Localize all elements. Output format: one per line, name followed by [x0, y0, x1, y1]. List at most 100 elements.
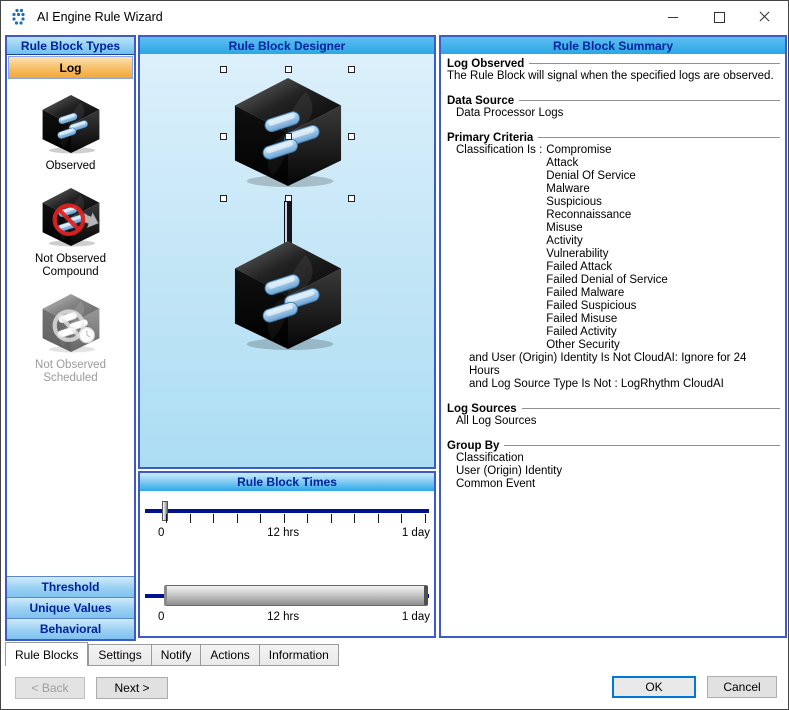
section-primary-criteria: Primary Criteria Classification Is : Com… — [447, 132, 780, 391]
not-observed-scheduled-cube-icon — [39, 293, 103, 353]
type-label: Not Observed Compound — [7, 253, 134, 279]
selection-handle[interactable] — [348, 133, 355, 140]
ok-button[interactable]: OK — [612, 676, 696, 698]
time-slider-ticks — [166, 514, 426, 523]
rule-block-summary-panel: Rule Block Summary Log Observed The Rule… — [439, 35, 787, 638]
selection-handle[interactable] — [220, 66, 227, 73]
section-heading: Data Source — [447, 95, 514, 107]
summary-content: Log Observed The Rule Block will signal … — [441, 54, 785, 636]
classification-value: Malware — [546, 183, 667, 196]
not-observed-compound-cube-icon — [39, 187, 103, 247]
classification-value: Denial Of Service — [546, 170, 667, 183]
next-button[interactable]: Next > — [96, 677, 168, 699]
classification-value: Compromise — [546, 144, 667, 157]
classification-value: Attack — [546, 157, 667, 170]
section-heading: Log Observed — [447, 58, 524, 70]
app-logo-icon — [10, 7, 30, 27]
data-source-value: Data Processor Logs — [447, 107, 780, 120]
selection-handle[interactable] — [220, 133, 227, 140]
time-slider-scale: 0 12 hrs 1 day — [158, 527, 430, 539]
selection-handle[interactable] — [220, 195, 227, 202]
tab-information[interactable]: Information — [260, 644, 339, 666]
classification-value: Failed Misuse — [546, 313, 667, 326]
classification-value: Activity — [546, 235, 667, 248]
classification-value: Vulnerability — [546, 248, 667, 261]
classification-value: Other Security — [546, 339, 667, 352]
criteria-condition: and User (Origin) Identity Is Not CloudA… — [447, 352, 780, 378]
rule-block-summary-header: Rule Block Summary — [441, 37, 785, 55]
rule-block-times-panel: Rule Block Times 0 12 hrs 1 day 0 12 hrs… — [138, 471, 436, 638]
rule-block-times-header: Rule Block Times — [140, 473, 434, 492]
type-label: Not Observed Scheduled — [7, 359, 134, 385]
section-heading: Group By — [447, 440, 499, 452]
cancel-button[interactable]: Cancel — [707, 676, 777, 698]
type-item-not-observed-compound[interactable]: Not Observed Compound — [7, 187, 134, 279]
tab-actions[interactable]: Actions — [201, 644, 259, 666]
scale-label-1day: 1 day — [402, 527, 430, 539]
section-heading: Primary Criteria — [447, 132, 533, 144]
classification-value: Failed Denial of Service — [546, 274, 667, 287]
classification-value: Failed Activity — [546, 326, 667, 339]
classification-value: Failed Attack — [546, 261, 667, 274]
scale-label-0: 0 — [158, 527, 164, 539]
minimize-icon — [668, 17, 678, 18]
classification-value: Reconnaissance — [546, 209, 667, 222]
selection-handle-center[interactable] — [285, 133, 292, 140]
section-heading: Log Sources — [447, 403, 517, 415]
scale-label-12hrs: 12 hrs — [267, 611, 299, 623]
observed-cube-icon — [39, 94, 103, 154]
log-type-button[interactable]: Log — [8, 56, 133, 79]
minimize-button[interactable] — [650, 1, 696, 33]
range-slider-scale: 0 12 hrs 1 day — [158, 611, 430, 623]
rule-block-types-header: Rule Block Types — [7, 37, 134, 55]
section-log-sources: Log Sources All Log Sources — [447, 403, 780, 428]
threshold-button[interactable]: Threshold — [7, 576, 134, 597]
unique-values-button[interactable]: Unique Values — [7, 597, 134, 618]
scale-label-0: 0 — [158, 611, 164, 623]
rule-block-cube-2[interactable] — [227, 239, 349, 351]
criteria-condition: and Log Source Type Is Not : LogRhythm C… — [447, 378, 780, 391]
classification-label: Classification Is : — [456, 144, 542, 352]
log-sources-value: All Log Sources — [447, 415, 780, 428]
classification-value: Misuse — [546, 222, 667, 235]
tab-rule-blocks[interactable]: Rule Blocks — [5, 642, 88, 666]
window-title: AI Engine Rule Wizard — [37, 10, 163, 24]
title-bar: AI Engine Rule Wizard — [1, 1, 788, 33]
wizard-tabstrip: Rule Blocks Settings Notify Actions Info… — [5, 643, 339, 666]
section-group-by: Group By ClassificationUser (Origin) Ide… — [447, 440, 780, 491]
section-log-observed: Log Observed The Rule Block will signal … — [447, 58, 780, 83]
section-data-source: Data Source Data Processor Logs — [447, 95, 780, 120]
rule-block-types-panel: Rule Block Types Log Observed Not Observ… — [5, 35, 136, 641]
scale-label-1day: 1 day — [402, 611, 430, 623]
behavioral-button[interactable]: Behavioral — [7, 618, 134, 639]
designer-canvas[interactable] — [140, 54, 434, 467]
type-item-observed[interactable]: Observed — [39, 94, 103, 173]
classification-value: Failed Suspicious — [546, 300, 667, 313]
group-by-value: Common Event — [447, 478, 780, 491]
group-by-value: Classification — [447, 452, 780, 465]
section-text: The Rule Block will signal when the spec… — [447, 70, 780, 83]
tab-settings[interactable]: Settings — [88, 644, 151, 666]
criteria-conditions: and User (Origin) Identity Is Not CloudA… — [447, 352, 780, 391]
selection-handle[interactable] — [348, 66, 355, 73]
classification-values: CompromiseAttackDenial Of ServiceMalware… — [546, 144, 667, 352]
type-label: Observed — [46, 160, 96, 173]
type-item-not-observed-scheduled: Not Observed Scheduled — [7, 293, 134, 385]
selection-handle[interactable] — [285, 66, 292, 73]
classification-value: Suspicious — [546, 196, 667, 209]
maximize-icon — [714, 12, 725, 23]
rule-block-designer-header: Rule Block Designer — [140, 37, 434, 55]
selection-handle[interactable] — [348, 195, 355, 202]
ai-engine-rule-wizard-window: AI Engine Rule Wizard Rule Block Types L… — [0, 0, 789, 710]
range-slider-bar[interactable] — [164, 585, 428, 606]
rule-block-cube-1[interactable] — [227, 76, 349, 188]
maximize-button[interactable] — [696, 1, 742, 33]
group-by-value: User (Origin) Identity — [447, 465, 780, 478]
back-button: < Back — [15, 677, 85, 699]
group-by-values: ClassificationUser (Origin) IdentityComm… — [447, 452, 780, 491]
classification-value: Failed Malware — [546, 287, 667, 300]
rule-block-designer-panel: Rule Block Designer — [138, 35, 436, 469]
time-slider-track[interactable] — [145, 509, 429, 513]
close-button[interactable] — [742, 1, 788, 33]
tab-notify[interactable]: Notify — [152, 644, 202, 666]
